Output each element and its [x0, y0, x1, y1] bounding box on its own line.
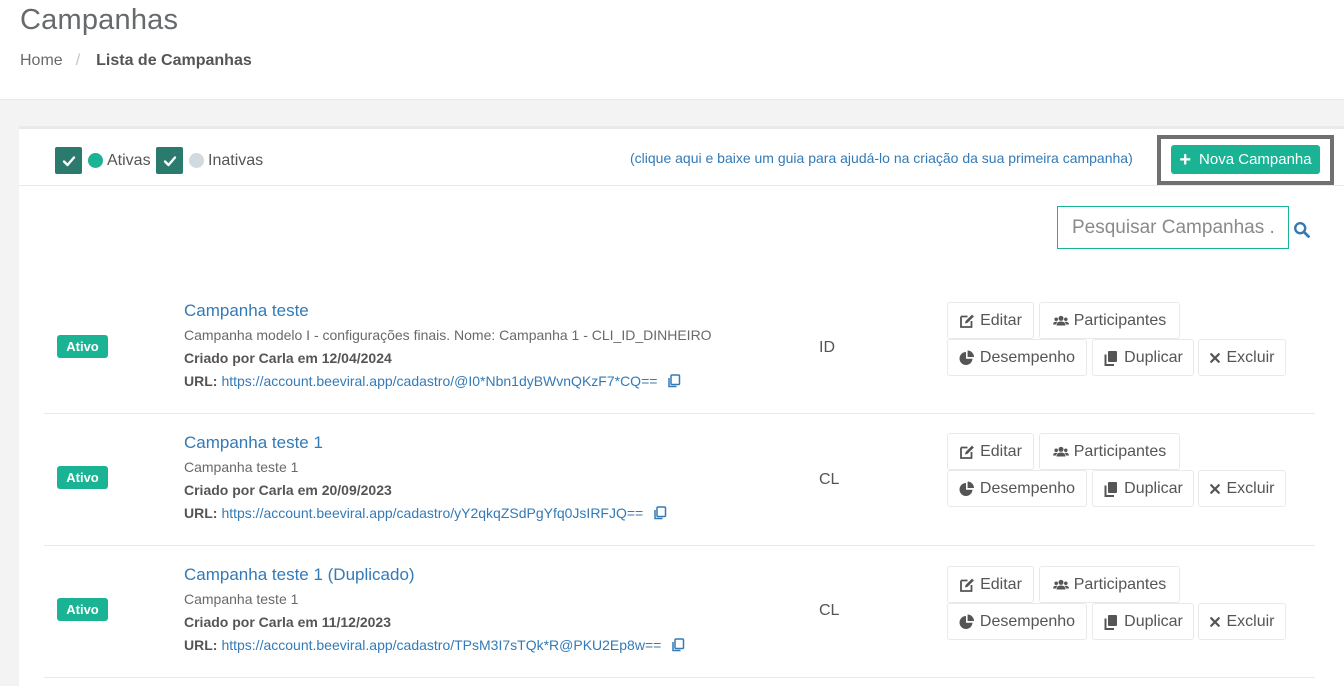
campaign-row: Ativo Campanha teste Campanha modelo I -… [44, 282, 1315, 414]
duplicate-button[interactable]: Duplicar [1092, 603, 1194, 640]
inactive-status-dot [189, 153, 204, 168]
plus-icon: + [1179, 148, 1192, 171]
duplicate-button[interactable]: Duplicar [1092, 339, 1194, 376]
campaign-created: Criado por Carla em 12/04/2024 [184, 350, 392, 366]
close-icon [1210, 352, 1221, 363]
page-title: Campanhas [20, 4, 179, 36]
search-input[interactable] [1057, 206, 1289, 249]
participants-button[interactable]: Participantes [1039, 433, 1180, 470]
copy-icon[interactable] [653, 506, 667, 520]
delete-button[interactable]: Excluir [1198, 339, 1286, 376]
participants-label: Participantes [1073, 311, 1167, 329]
campaign-description: Campanha teste 1 [184, 591, 299, 607]
copy-icon [1104, 350, 1118, 366]
edit-icon [960, 578, 974, 592]
filter-inactive[interactable]: Inativas [156, 147, 263, 174]
campaign-url-link[interactable]: https://account.beeviral.app/cadastro/@I… [221, 373, 657, 389]
close-icon [1210, 616, 1221, 627]
campaign-name-link[interactable]: Campanha teste [184, 301, 309, 321]
url-label: URL: [184, 505, 218, 521]
status-badge: Ativo [57, 466, 108, 489]
campaign-created: Criado por Carla em 20/09/2023 [184, 482, 392, 498]
status-badge: Ativo [57, 598, 108, 621]
delete-label: Excluir [1226, 348, 1275, 366]
pie-chart-icon [959, 614, 974, 629]
campaigns-panel: Ativas Inativas (clique aqui e baixe um … [19, 126, 1344, 686]
performance-label: Desempenho [979, 612, 1076, 630]
copy-icon[interactable] [671, 638, 685, 652]
breadcrumb-separator: / [75, 52, 81, 69]
delete-button[interactable]: Excluir [1198, 470, 1286, 507]
edit-button[interactable]: Editar [947, 433, 1034, 470]
breadcrumb-current: Lista de Campanhas [96, 52, 252, 69]
campaign-url-link[interactable]: https://account.beeviral.app/cadastro/yY… [221, 505, 643, 521]
duplicate-label: Duplicar [1124, 612, 1183, 630]
campaign-created: Criado por Carla em 11/12/2023 [184, 614, 391, 630]
campaign-url: URL: https://account.beeviral.app/cadast… [184, 505, 667, 521]
campaign-code: ID [819, 339, 835, 356]
performance-button[interactable]: Desempenho [947, 603, 1087, 640]
participants-button[interactable]: Participantes [1039, 302, 1180, 339]
panel-toolbar: Ativas Inativas (clique aqui e baixe um … [19, 129, 1344, 186]
duplicate-label: Duplicar [1124, 348, 1183, 366]
copy-icon [1104, 481, 1118, 497]
url-label: URL: [184, 373, 218, 389]
campaign-url: URL: https://account.beeviral.app/cadast… [184, 637, 685, 653]
campaign-code: CL [819, 471, 840, 488]
participants-label: Participantes [1073, 442, 1167, 460]
status-badge: Ativo [57, 335, 108, 358]
inactive-checkbox[interactable] [156, 147, 183, 174]
participants-button[interactable]: Participantes [1039, 566, 1180, 603]
participants-label: Participantes [1073, 575, 1167, 593]
active-filter-label: Ativas [107, 151, 151, 169]
page-heading: Campanhas Home / Lista de Campanhas [0, 0, 1344, 100]
inactive-filter-label: Inativas [208, 151, 264, 169]
search-icon[interactable] [1293, 221, 1311, 239]
campaign-name-link[interactable]: Campanha teste 1 (Duplicado) [184, 565, 415, 585]
users-icon [1052, 579, 1069, 589]
pie-chart-icon [959, 481, 974, 496]
new-campaign-button[interactable]: + Nova Campanha [1171, 145, 1320, 174]
pie-chart-icon [959, 350, 974, 365]
duplicate-button[interactable]: Duplicar [1092, 470, 1194, 507]
campaign-url-link[interactable]: https://account.beeviral.app/cadastro/TP… [221, 637, 661, 653]
duplicate-label: Duplicar [1124, 479, 1183, 497]
performance-button[interactable]: Desempenho [947, 339, 1087, 376]
edit-button[interactable]: Editar [947, 566, 1034, 603]
campaign-url: URL: https://account.beeviral.app/cadast… [184, 373, 681, 389]
campaign-description: Campanha teste 1 [184, 459, 299, 475]
users-icon [1052, 315, 1069, 325]
delete-label: Excluir [1226, 612, 1275, 630]
users-icon [1052, 446, 1069, 456]
edit-button[interactable]: Editar [947, 302, 1034, 339]
url-label: URL: [184, 637, 218, 653]
campaign-description: Campanha modelo I - configurações finais… [184, 327, 712, 343]
breadcrumb-home[interactable]: Home [20, 52, 63, 70]
edit-label: Editar [980, 575, 1022, 593]
performance-label: Desempenho [979, 348, 1076, 366]
edit-icon [960, 314, 974, 328]
copy-icon[interactable] [667, 374, 681, 388]
edit-label: Editar [980, 442, 1022, 460]
check-icon [62, 155, 75, 166]
delete-label: Excluir [1226, 479, 1275, 497]
edit-icon [960, 445, 974, 459]
check-icon [163, 155, 176, 166]
performance-label: Desempenho [979, 479, 1076, 497]
active-checkbox[interactable] [55, 147, 82, 174]
active-status-dot [88, 153, 103, 168]
guide-download-link[interactable]: (clique aqui e baixe um guia para ajudá-… [630, 150, 1133, 166]
performance-button[interactable]: Desempenho [947, 470, 1087, 507]
new-campaign-label: Nova Campanha [1199, 151, 1312, 168]
copy-icon [1104, 614, 1118, 630]
breadcrumb: Home / Lista de Campanhas [20, 52, 252, 70]
delete-button[interactable]: Excluir [1198, 603, 1286, 640]
edit-label: Editar [980, 311, 1022, 329]
campaign-name-link[interactable]: Campanha teste 1 [184, 433, 323, 453]
campaign-code: CL [819, 602, 840, 619]
campaign-row: Ativo Campanha teste 1 Campanha teste 1 … [44, 414, 1315, 546]
filter-active[interactable]: Ativas [55, 147, 151, 174]
campaign-row: Ativo Campanha teste 1 (Duplicado) Campa… [44, 546, 1315, 678]
close-icon [1210, 483, 1221, 494]
